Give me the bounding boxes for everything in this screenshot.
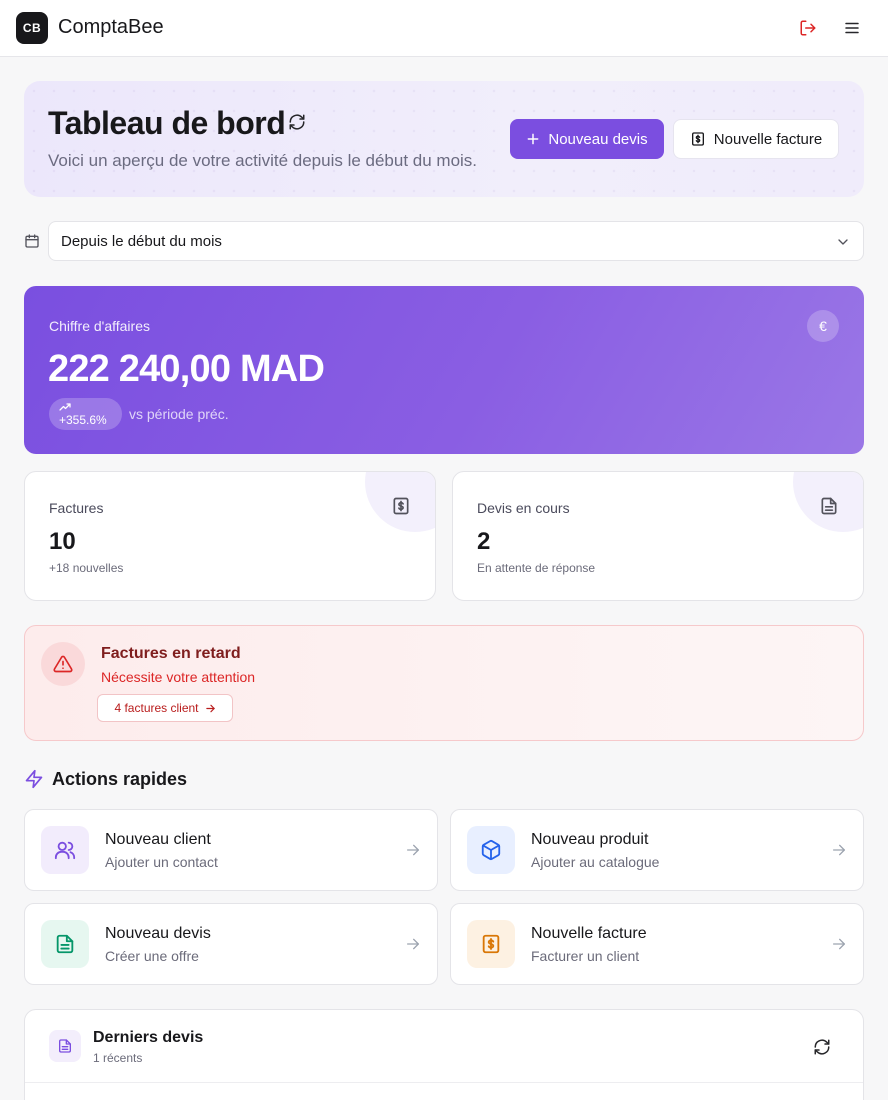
alert-title: Factures en retard	[101, 645, 241, 662]
page-subtitle: Voici un aperçu de votre activité depuis…	[48, 151, 478, 170]
stat-value: 2	[477, 528, 491, 555]
action-new-quote[interactable]: Nouveau devis Créer une offre	[24, 903, 438, 985]
recent-quotes-count: 1 récents	[93, 1051, 143, 1065]
action-title: Nouveau client	[105, 831, 211, 848]
stat-label: Factures	[49, 500, 104, 516]
action-new-invoice[interactable]: Nouvelle facture Facturer un client	[450, 903, 864, 985]
action-subtitle: Facturer un client	[531, 948, 640, 964]
overdue-invoices-alert: Factures en retard Nécessite votre atten…	[24, 625, 864, 741]
invoice-dollar-icon	[393, 497, 409, 515]
divider	[25, 1082, 863, 1083]
top-bar: CB ComptaBee	[0, 0, 888, 57]
arrow-right-icon	[205, 704, 215, 712]
trend-up-icon	[59, 403, 71, 411]
arrow-right-icon	[407, 844, 419, 856]
revenue-change-value: +355.6%	[59, 413, 107, 427]
recent-quotes-title: Derniers devis	[93, 1029, 204, 1046]
receipt-dollar-icon	[467, 920, 515, 968]
recent-quotes-card: Derniers devis 1 récents	[24, 1009, 864, 1100]
revenue-change-badge: +355.6%	[49, 398, 122, 430]
stat-value: 10	[49, 528, 76, 555]
new-quote-label: Nouveau devis	[548, 130, 648, 148]
calendar-icon	[24, 233, 40, 249]
overdue-invoices-label: 4 factures client	[114, 701, 199, 715]
users-icon	[41, 826, 89, 874]
action-title: Nouveau produit	[531, 831, 649, 848]
refresh-icon[interactable]	[288, 113, 308, 133]
document-text-icon	[41, 920, 89, 968]
stat-sub: +18 nouvelles	[49, 561, 124, 575]
arrow-right-icon	[833, 844, 845, 856]
overdue-invoices-button[interactable]: 4 factures client	[97, 694, 233, 722]
alert-subtitle: Nécessite votre attention	[101, 669, 256, 685]
app-logo[interactable]: CB	[16, 12, 48, 44]
lightning-icon	[25, 769, 43, 789]
action-subtitle: Créer une offre	[105, 948, 199, 964]
new-quote-button[interactable]: Nouveau devis	[510, 119, 664, 159]
document-icon	[49, 1030, 81, 1062]
period-select[interactable]: Depuis le début du mois	[48, 221, 864, 261]
euro-icon: €	[807, 310, 839, 342]
arrow-right-icon	[407, 938, 419, 950]
stat-label: Devis en cours	[477, 500, 570, 516]
period-value: Depuis le début du mois	[61, 233, 222, 250]
invoice-dollar-icon	[691, 132, 704, 146]
hamburger-menu-icon[interactable]	[840, 16, 864, 40]
quick-actions-title: Actions rapides	[52, 769, 188, 789]
revenue-card: Chiffre d'affaires 222 240,00 MAD +355.6…	[24, 286, 864, 454]
action-subtitle: Ajouter un contact	[105, 854, 218, 870]
plus-icon	[527, 133, 539, 145]
arrow-right-icon	[833, 938, 845, 950]
dashboard-hero: Tableau de bord Voici un aperçu de votre…	[24, 81, 864, 197]
new-invoice-label: Nouvelle facture	[713, 130, 823, 148]
action-title: Nouveau devis	[105, 925, 211, 942]
package-icon	[467, 826, 515, 874]
chevron-down-icon	[838, 239, 848, 245]
logout-icon[interactable]	[796, 16, 820, 40]
revenue-comparison: vs période préc.	[129, 406, 229, 422]
action-new-product[interactable]: Nouveau produit Ajouter au catalogue	[450, 809, 864, 891]
action-subtitle: Ajouter au catalogue	[531, 854, 660, 870]
action-new-client[interactable]: Nouveau client Ajouter un contact	[24, 809, 438, 891]
app-name: ComptaBee	[58, 16, 164, 38]
revenue-amount: 222 240,00 MAD	[48, 348, 325, 390]
document-icon	[821, 497, 837, 515]
refresh-icon[interactable]	[813, 1038, 831, 1056]
revenue-label: Chiffre d'affaires	[49, 318, 150, 334]
stat-card-invoices[interactable]: Factures 10 +18 nouvelles	[24, 471, 436, 601]
stat-card-quotes[interactable]: Devis en cours 2 En attente de réponse	[452, 471, 864, 601]
page-title: Tableau de bord	[48, 105, 286, 141]
action-title: Nouvelle facture	[531, 925, 647, 942]
stat-sub: En attente de réponse	[477, 561, 596, 575]
warning-icon	[41, 642, 85, 686]
new-invoice-button[interactable]: Nouvelle facture	[673, 119, 839, 159]
